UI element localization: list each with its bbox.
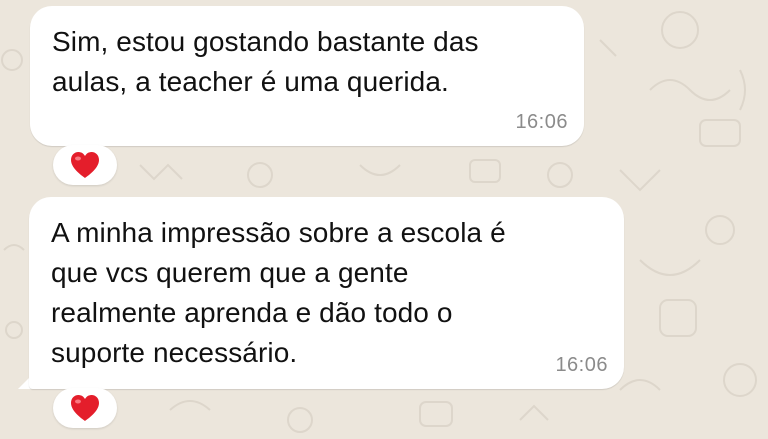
message-timestamp: 16:06 xyxy=(515,111,568,133)
message-bubble-1[interactable]: Sim, estou gostando bastante das aulas, … xyxy=(30,6,584,146)
heart-icon xyxy=(69,393,101,423)
message-timestamp: 16:06 xyxy=(555,354,608,376)
message-text: A minha impressão sobre a escola é que v… xyxy=(51,217,506,368)
message-bubble-2[interactable]: A minha impressão sobre a escola é que v… xyxy=(29,197,624,389)
reaction-badge[interactable] xyxy=(53,388,117,428)
message-text: Sim, estou gostando bastante das aulas, … xyxy=(52,26,479,97)
heart-icon xyxy=(69,150,101,180)
reaction-badge[interactable] xyxy=(53,145,117,185)
